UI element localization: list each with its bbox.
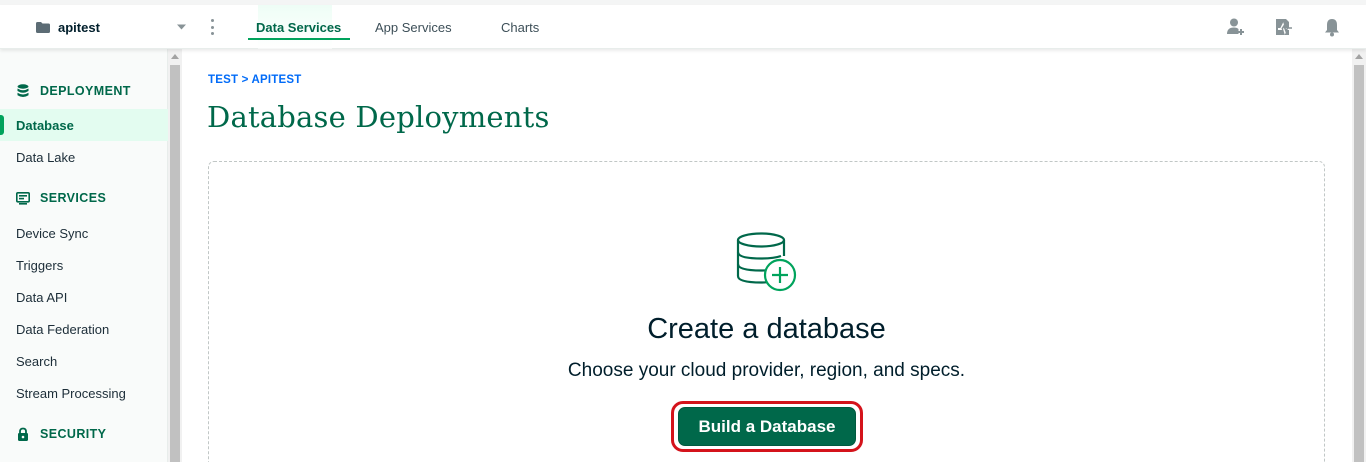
sidebar-item-label: Stream Processing bbox=[16, 385, 126, 401]
sidebar-item-label: Data Federation bbox=[16, 321, 110, 337]
sidebar-item-stream-processing[interactable]: Stream Processing bbox=[0, 377, 168, 409]
page-scrollbar-thumb[interactable] bbox=[1354, 65, 1364, 462]
tab-label: Charts bbox=[501, 19, 540, 35]
sidebar-section-label: SECURITY bbox=[40, 427, 107, 441]
sidebar-item-data-api[interactable]: Data API bbox=[0, 281, 168, 313]
sidebar-item-label: Database bbox=[16, 117, 74, 133]
sidebar-section-deployment: DEPLOYMENT bbox=[16, 83, 131, 99]
sidebar-item-label: Triggers bbox=[16, 257, 64, 273]
sidebar-section-security: SECURITY bbox=[16, 426, 106, 442]
sidebar-item-device-sync[interactable]: Device Sync bbox=[0, 217, 168, 249]
breadcrumb[interactable]: TEST > APITEST bbox=[208, 74, 301, 86]
build-database-button[interactable]: Build a Database bbox=[678, 407, 856, 446]
page-title: Database Deployments bbox=[207, 100, 550, 134]
scroll-up-arrow-icon[interactable] bbox=[171, 54, 179, 59]
left-sidebar: DEPLOYMENT Database Data Lake SERVICES D… bbox=[0, 49, 168, 462]
sidebar-scrollbar-thumb[interactable] bbox=[170, 65, 180, 462]
scroll-up-arrow-icon[interactable] bbox=[1355, 54, 1363, 59]
sidebar-item-label: Data Lake bbox=[16, 149, 76, 165]
sidebar-section-services: SERVICES bbox=[16, 190, 106, 206]
sidebar-item-label: Data API bbox=[16, 289, 68, 305]
page-scrollbar[interactable] bbox=[1352, 49, 1366, 462]
lock-icon bbox=[18, 427, 28, 441]
sidebar-section-label: SERVICES bbox=[40, 191, 107, 205]
sidebar-item-triggers[interactable]: Triggers bbox=[0, 249, 168, 281]
empty-state-title: Create a database bbox=[647, 313, 886, 345]
folder-icon bbox=[36, 21, 50, 33]
activity-feed-icon[interactable] bbox=[1273, 17, 1293, 37]
sidebar-item-data-lake[interactable]: Data Lake bbox=[0, 141, 168, 173]
services-panel-icon bbox=[16, 191, 30, 205]
active-tab-underline bbox=[248, 38, 350, 40]
more-options-icon[interactable] bbox=[206, 17, 218, 37]
sidebar-item-search[interactable]: Search bbox=[0, 345, 168, 377]
database-add-icon bbox=[736, 232, 797, 292]
sidebar-item-label: Device Sync bbox=[16, 225, 89, 241]
project-name: apitest bbox=[58, 19, 100, 35]
tab-charts[interactable]: Charts bbox=[501, 5, 539, 49]
tab-data-services[interactable]: Data Services bbox=[256, 5, 341, 49]
tab-app-services[interactable]: App Services bbox=[375, 5, 452, 49]
top-navigation-bar: apitest Data Services App Services Chart… bbox=[0, 5, 1366, 49]
project-selector[interactable]: apitest bbox=[36, 5, 100, 49]
sidebar-scrollbar[interactable] bbox=[168, 49, 182, 462]
empty-state-subtitle: Choose your cloud provider, region, and … bbox=[567, 360, 966, 381]
tab-label: Data Services bbox=[256, 19, 342, 35]
sidebar-item-database[interactable]: Database bbox=[0, 109, 168, 141]
person-add-icon[interactable] bbox=[1226, 17, 1246, 37]
sidebar-item-data-federation[interactable]: Data Federation bbox=[0, 313, 168, 345]
database-stack-icon bbox=[17, 84, 29, 98]
sidebar-section-label: DEPLOYMENT bbox=[40, 84, 131, 98]
bell-icon[interactable] bbox=[1322, 17, 1342, 37]
tab-label: App Services bbox=[375, 19, 452, 35]
chevron-down-icon[interactable] bbox=[176, 23, 187, 31]
sidebar-item-label: Search bbox=[16, 353, 58, 369]
